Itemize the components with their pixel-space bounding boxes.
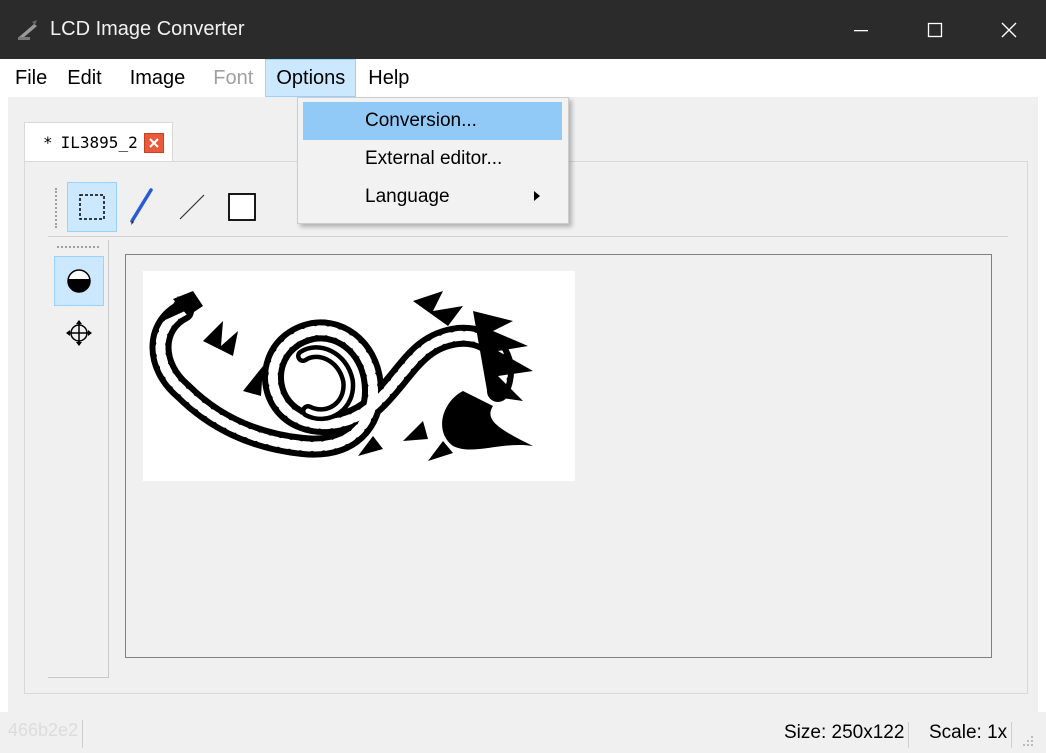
invert-tool[interactable] bbox=[54, 256, 104, 306]
line-tool[interactable] bbox=[167, 182, 217, 232]
document-tabs: * IL3895_2 bbox=[24, 122, 173, 162]
menu-item-conversion[interactable]: Conversion... bbox=[303, 102, 562, 140]
tab-document[interactable]: * IL3895_2 bbox=[24, 122, 173, 162]
fill-circle-icon bbox=[67, 269, 91, 293]
status-size: Size: 250x122 bbox=[784, 722, 910, 748]
close-tab-icon[interactable] bbox=[143, 132, 164, 153]
menu-options[interactable]: Options bbox=[265, 59, 357, 97]
close-icon bbox=[1001, 22, 1017, 37]
image-canvas[interactable] bbox=[143, 271, 575, 481]
menu-bar: File Edit Image Font Options Help bbox=[0, 59, 1046, 97]
modified-marker: * bbox=[43, 133, 53, 152]
menu-item-language[interactable]: Language bbox=[303, 178, 562, 216]
dragon-image bbox=[149, 291, 533, 461]
maximize-button[interactable] bbox=[898, 0, 972, 59]
menu-item-external-editor[interactable]: External editor... bbox=[303, 140, 562, 178]
menu-image[interactable]: Image bbox=[120, 59, 196, 97]
pen-tool[interactable] bbox=[117, 182, 167, 232]
menu-item-label: Language bbox=[365, 186, 450, 207]
menu-item-label: Conversion... bbox=[365, 110, 477, 131]
resize-grip-icon[interactable] bbox=[1022, 735, 1034, 747]
minimize-icon bbox=[854, 29, 868, 31]
status-revision: 466b2e2 bbox=[8, 720, 84, 748]
toolbar-grip[interactable] bbox=[55, 188, 58, 228]
title-bar: LCD Image Converter bbox=[0, 0, 1046, 59]
tab-label: IL3895_2 bbox=[60, 133, 138, 152]
status-bar: 466b2e2 Size: 250x122 Scale: 1x bbox=[0, 712, 1046, 753]
move-icon bbox=[66, 320, 92, 346]
window-title: LCD Image Converter bbox=[50, 18, 245, 40]
status-scale: Scale: 1x bbox=[929, 722, 1013, 748]
select-rect-tool[interactable] bbox=[67, 182, 117, 232]
line-icon bbox=[179, 194, 205, 220]
pen-icon bbox=[130, 188, 153, 225]
menu-file[interactable]: File bbox=[0, 59, 57, 97]
rectangle-tool[interactable] bbox=[217, 182, 267, 232]
menu-edit[interactable]: Edit bbox=[57, 59, 111, 97]
maximize-icon bbox=[927, 22, 943, 37]
close-button[interactable] bbox=[972, 0, 1046, 59]
options-dropdown-menu: Conversion... External editor... Languag… bbox=[297, 97, 569, 224]
app-icon bbox=[14, 16, 42, 44]
minimize-button[interactable] bbox=[824, 0, 898, 59]
select-rect-icon bbox=[79, 194, 105, 220]
menu-help[interactable]: Help bbox=[358, 59, 419, 97]
drawing-toolbar bbox=[67, 182, 267, 232]
rectangle-icon bbox=[228, 193, 256, 221]
menu-font[interactable]: Font bbox=[203, 59, 263, 97]
submenu-arrow-icon bbox=[534, 191, 540, 201]
side-toolbar-grip[interactable] bbox=[57, 246, 99, 249]
toolbar-separator bbox=[48, 236, 1008, 237]
move-tool[interactable] bbox=[54, 308, 104, 358]
menu-item-label: External editor... bbox=[365, 148, 503, 169]
